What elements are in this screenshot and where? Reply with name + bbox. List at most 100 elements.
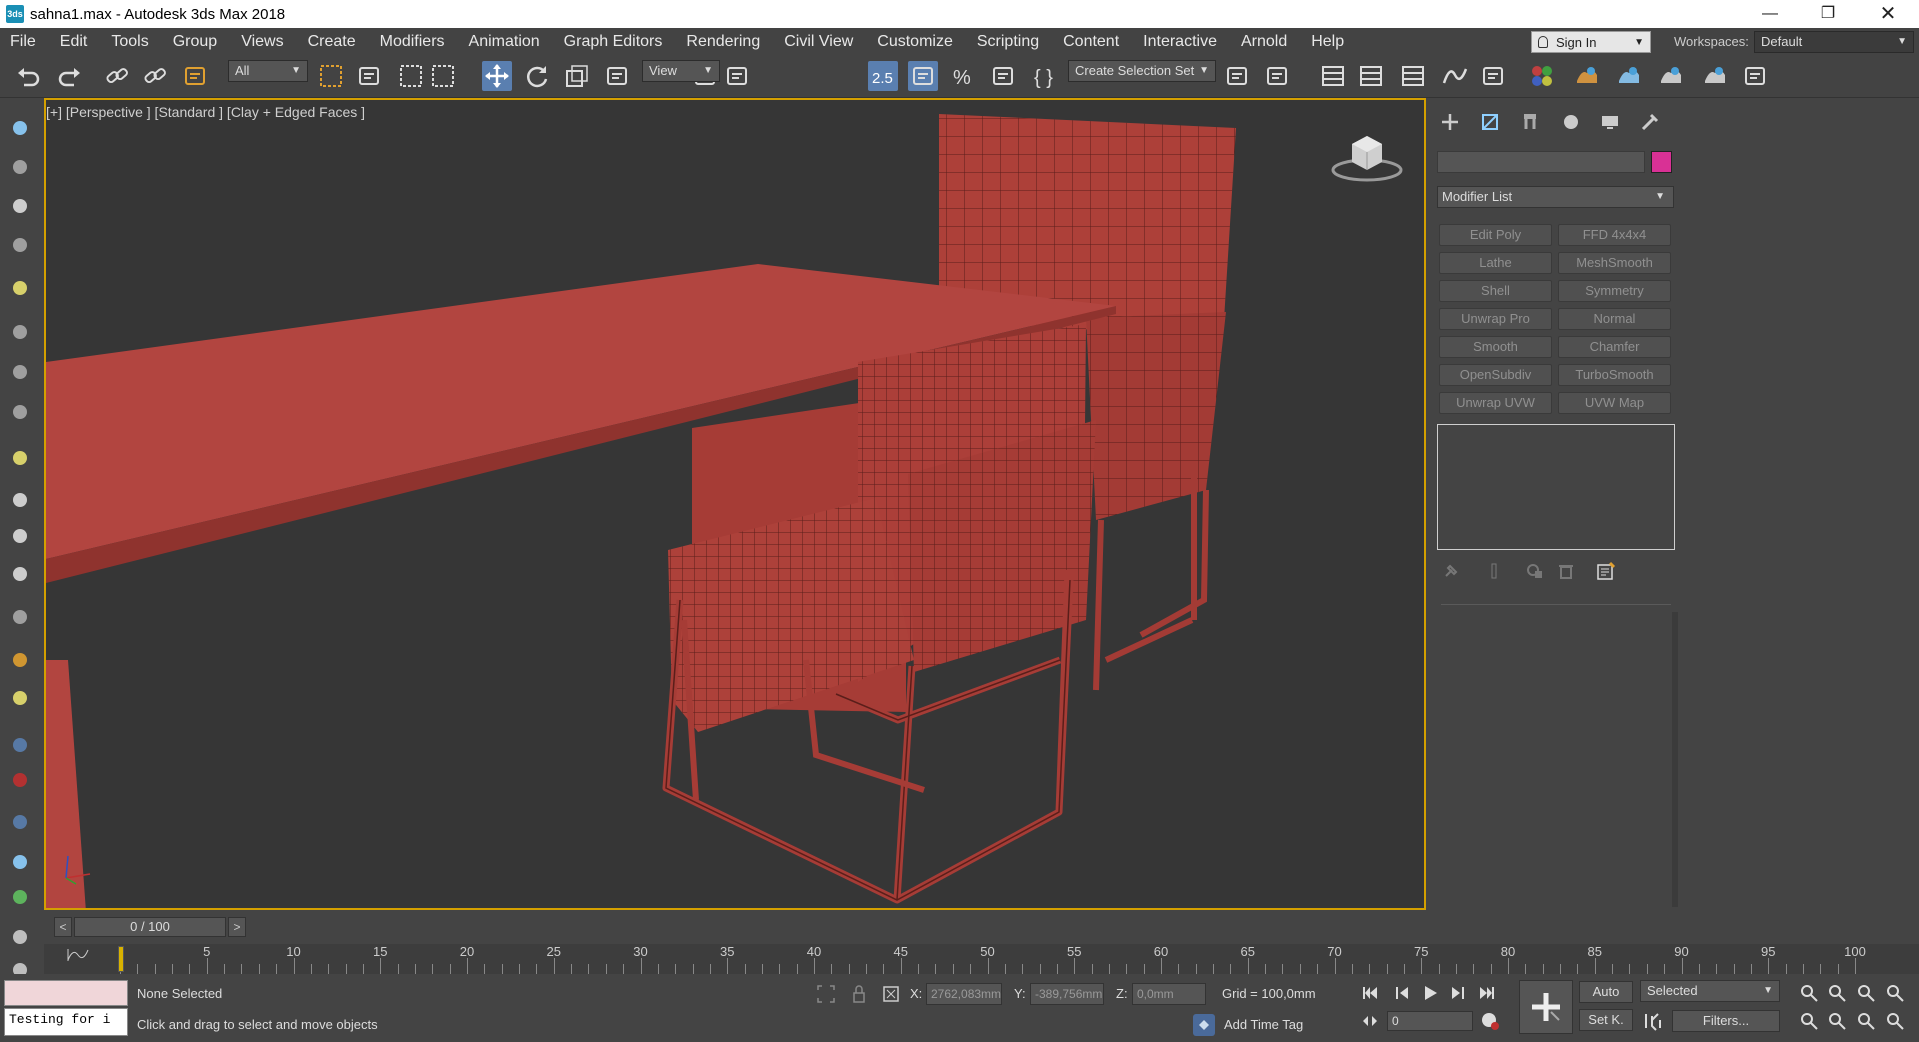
app-icon[interactable]: 3ds: [6, 5, 24, 23]
menu-create[interactable]: Create: [296, 33, 368, 51]
absolute-mode-icon[interactable]: [880, 983, 902, 1005]
menu-content[interactable]: Content: [1051, 33, 1131, 51]
selection-filter-dropdown[interactable]: All ▼: [228, 60, 308, 82]
geometry-icon[interactable]: [8, 810, 32, 834]
modifier-button-ffd-4x4x4[interactable]: FFD 4x4x4: [1558, 224, 1671, 246]
timeline-ruler[interactable]: 5 10 15 20 25 30 35 40 45 50 55 60 65 70 75 80 85 90 95 100: [120, 944, 1866, 974]
isolate-selection-icon[interactable]: [815, 983, 837, 1005]
render-icon[interactable]: [1656, 61, 1686, 91]
layer-explorer-icon[interactable]: [1356, 61, 1386, 91]
menu-graph-editors[interactable]: Graph Editors: [552, 33, 675, 51]
render-cloud-icon[interactable]: [1700, 61, 1730, 91]
remove-modifier-icon[interactable]: [1555, 560, 1577, 582]
modifier-list-dropdown[interactable]: Modifier List ▼: [1437, 186, 1674, 208]
teapot-icon[interactable]: [8, 562, 32, 586]
modifier-button-chamfer[interactable]: Chamfer: [1558, 336, 1671, 358]
close-button[interactable]: ✕: [1859, 0, 1917, 28]
reference-coordinate-dropdown[interactable]: View ▼: [642, 60, 720, 82]
bind-spacewarp-icon[interactable]: [180, 61, 210, 91]
place-icon[interactable]: [602, 61, 632, 91]
modifier-button-meshsmooth[interactable]: MeshSmooth: [1558, 252, 1671, 274]
menu-group[interactable]: Group: [161, 33, 229, 51]
plant-icon[interactable]: [8, 885, 32, 909]
workspace-dropdown[interactable]: Default ▼: [1754, 31, 1914, 53]
zoom-extents-icon[interactable]: [1855, 982, 1877, 1004]
lock-selection-icon[interactable]: [848, 983, 870, 1005]
prev-frame-button[interactable]: <: [54, 917, 72, 937]
maximize-viewport-icon[interactable]: [1884, 1010, 1906, 1032]
particle-icon[interactable]: [8, 768, 32, 792]
create-tab-icon[interactable]: [1436, 109, 1464, 135]
material-icon[interactable]: [8, 194, 32, 218]
rotate-icon[interactable]: [522, 61, 552, 91]
modifier-button-shell[interactable]: Shell: [1439, 280, 1552, 302]
add-time-tag-icon[interactable]: [1193, 1014, 1215, 1036]
hair-icon[interactable]: [8, 925, 32, 949]
field-of-view-icon[interactable]: [1798, 1010, 1820, 1032]
go-to-start-icon[interactable]: [1359, 982, 1381, 1004]
undo-icon[interactable]: [14, 61, 44, 91]
link-icon[interactable]: [8, 733, 32, 757]
percent-snap-icon[interactable]: %: [948, 61, 978, 91]
modifier-button-turbosmooth[interactable]: TurboSmooth: [1558, 364, 1671, 386]
move-icon[interactable]: [482, 61, 512, 91]
menu-interactive[interactable]: Interactive: [1131, 33, 1229, 51]
render-setup-icon[interactable]: [1572, 61, 1602, 91]
window-crossing-icon[interactable]: [428, 61, 458, 91]
configure-modifier-sets-icon[interactable]: [1595, 560, 1617, 582]
modifier-button-uvw-map[interactable]: UVW Map: [1558, 392, 1671, 414]
zoom-all-icon[interactable]: [1826, 982, 1848, 1004]
zoom-icon[interactable]: [1798, 982, 1820, 1004]
arrow-icon[interactable]: [8, 605, 32, 629]
maxscript-mini-listener-input[interactable]: Testing for i: [4, 1008, 128, 1036]
command-panel-scrollbar[interactable]: [1672, 612, 1678, 907]
motion-tab-icon[interactable]: [1557, 109, 1585, 135]
key-filters-icon[interactable]: [1642, 1010, 1664, 1032]
hierarchy-tab-icon[interactable]: [1516, 109, 1544, 135]
selection-set-dropdown[interactable]: Create Selection Set ▼: [1068, 60, 1216, 82]
menu-customize[interactable]: Customize: [865, 33, 965, 51]
scene-explorer-icon[interactable]: [8, 155, 32, 179]
time-slider-handle[interactable]: [118, 946, 124, 972]
perspective-viewport[interactable]: [44, 98, 1426, 910]
curve-editor-icon[interactable]: [1440, 61, 1470, 91]
object-color-swatch[interactable]: [1651, 151, 1672, 173]
link-icon[interactable]: [102, 61, 132, 91]
align-icon[interactable]: [1262, 61, 1292, 91]
torus-icon[interactable]: [8, 524, 32, 548]
object-name-field[interactable]: [1437, 151, 1645, 173]
settings-icon[interactable]: [8, 850, 32, 874]
set-keys-icon[interactable]: [1519, 980, 1573, 1034]
modifier-button-unwrap-uvw[interactable]: Unwrap UVW: [1439, 392, 1552, 414]
select-object-icon[interactable]: [316, 61, 346, 91]
helper-icon[interactable]: [8, 360, 32, 384]
time-slider[interactable]: 0 / 100: [74, 917, 226, 937]
display-tab-icon[interactable]: [1596, 109, 1624, 135]
set-key-button[interactable]: Set K.: [1579, 1009, 1633, 1031]
menu-help[interactable]: Help: [1299, 33, 1356, 51]
current-frame-field[interactable]: 0: [1387, 1011, 1473, 1031]
viewport-label[interactable]: [+] [Perspective ] [Standard ] [Clay + E…: [46, 104, 365, 120]
walk-through-icon[interactable]: [1826, 1010, 1848, 1032]
ribbon-icon[interactable]: [1398, 61, 1428, 91]
menu-arnold[interactable]: Arnold: [1229, 33, 1299, 51]
scene-explorer-icon[interactable]: [1318, 61, 1348, 91]
box-icon[interactable]: [8, 446, 32, 470]
zoom-extents-all-icon[interactable]: [1884, 982, 1906, 1004]
viewport-layouts-icon[interactable]: [8, 116, 32, 140]
minimize-button[interactable]: —: [1741, 0, 1799, 28]
key-mode-toggle-icon[interactable]: [1359, 1010, 1381, 1032]
camera-icon[interactable]: [8, 320, 32, 344]
menu-rendering[interactable]: Rendering: [674, 33, 772, 51]
snaps-toggle-icon[interactable]: 2.5: [868, 61, 898, 91]
make-unique-icon[interactable]: [1524, 560, 1546, 582]
key-filter-selection-dropdown[interactable]: Selected ▼: [1640, 980, 1780, 1002]
right-edge-scrollbar[interactable]: [1900, 98, 1914, 910]
sign-in-button[interactable]: Sign In ▼: [1531, 31, 1651, 53]
play-icon[interactable]: [1419, 982, 1441, 1004]
render-icon[interactable]: [8, 400, 32, 424]
show-end-result-icon[interactable]: [1483, 560, 1505, 582]
auto-key-button[interactable]: Auto: [1579, 981, 1633, 1003]
maxscript-listener-output[interactable]: [4, 980, 128, 1006]
modifier-button-lathe[interactable]: Lathe: [1439, 252, 1552, 274]
